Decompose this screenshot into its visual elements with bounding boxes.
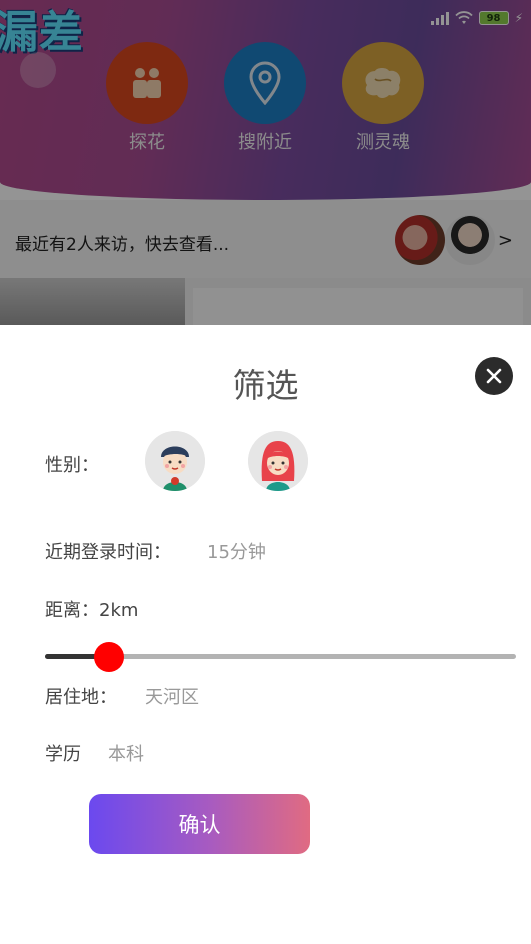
confirm-button[interactable]: 确认	[89, 794, 310, 854]
distance-slider[interactable]	[45, 641, 516, 672]
female-avatar-icon[interactable]	[248, 431, 308, 491]
distance-label: 距离：2km	[45, 600, 139, 621]
residence-value[interactable]: 天河区	[145, 683, 199, 709]
education-label: 学历	[45, 744, 81, 765]
slider-thumb[interactable]	[93, 642, 124, 672]
male-avatar-icon[interactable]	[145, 431, 205, 491]
close-button[interactable]	[475, 357, 513, 395]
modal-overlay[interactable]	[0, 0, 531, 325]
filter-title: 筛选	[232, 366, 299, 405]
close-icon	[486, 368, 502, 384]
gender-label: 性别：	[45, 455, 99, 476]
filter-sheet: 筛选 性别： 近期登录时间： 15分钟 距离：2km 居住地： 天河区 学历 本…	[0, 325, 531, 944]
education-value[interactable]: 本科	[108, 740, 144, 766]
background-app: 漏差 98 ⚡ 探花 搜附近 测灵魂 最近有2人来访，快去查看... >	[0, 0, 531, 325]
login-time-label: 近期登录时间：	[45, 542, 171, 563]
residence-label: 居住地：	[45, 687, 117, 708]
login-time-value[interactable]: 15分钟	[207, 538, 266, 564]
